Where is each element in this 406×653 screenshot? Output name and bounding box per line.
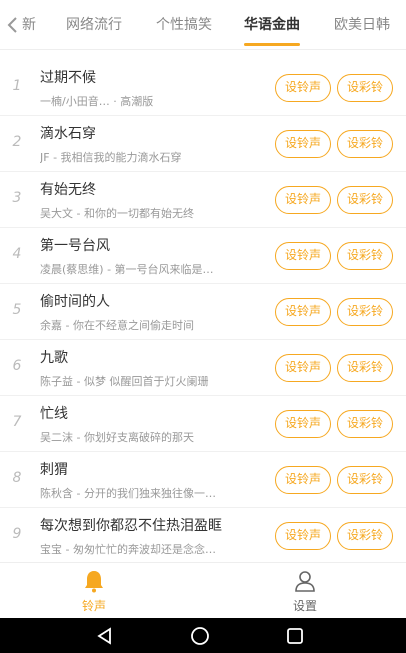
- set-colorring-button[interactable]: 设彩铃: [337, 410, 393, 438]
- song-title: 有始无终: [40, 182, 96, 198]
- song-subtitle: 余嘉 - 你在不经意之间偷走时间: [40, 319, 194, 332]
- song-rank: 7: [12, 414, 22, 430]
- song-rank: 4: [12, 246, 22, 262]
- set-colorring-button[interactable]: 设彩铃: [337, 354, 393, 382]
- system-nav-bar: [0, 618, 406, 653]
- tab-label: 个性搞笑: [156, 17, 212, 33]
- nav-settings-label: 设置: [292, 599, 317, 613]
- set-ringtone-button[interactable]: 设铃声: [275, 74, 331, 102]
- triangle-back-icon[interactable]: [95, 626, 115, 646]
- nav-ringtone[interactable]: 铃声: [54, 563, 134, 619]
- song-subtitle: 陈子益 - 似梦 似醒回首于灯火阑珊: [40, 375, 209, 388]
- song-subtitle: JF - 我相信我的能力滴水石穿: [40, 151, 182, 164]
- song-rank: 3: [12, 190, 22, 206]
- song-rank: 9: [12, 526, 22, 542]
- set-ringtone-button[interactable]: 设铃声: [275, 130, 331, 158]
- song-row[interactable]: 8 刺猬 陈秋含 - 分开的我们独来独往像一… 设铃声 设彩铃: [0, 452, 406, 508]
- song-subtitle: 陈秋含 - 分开的我们独来独往像一…: [40, 487, 216, 500]
- set-ringtone-button[interactable]: 设铃声: [275, 298, 331, 326]
- song-subtitle: 凌晨(蔡思维) - 第一号台风来临是…: [40, 263, 214, 276]
- song-row[interactable]: 3 有始无终 吴大文 - 和你的一切都有始无终 设铃声 设彩铃: [0, 172, 406, 228]
- song-subtitle: 吴大文 - 和你的一切都有始无终: [40, 207, 194, 220]
- nav-settings[interactable]: 设置: [265, 563, 345, 619]
- song-rank: 8: [12, 470, 22, 486]
- user-icon: [295, 571, 315, 592]
- song-row[interactable]: 5 偷时间的人 余嘉 - 你在不经意之间偷走时间 设铃声 设彩铃: [0, 284, 406, 340]
- song-title: 滴水石穿: [40, 126, 96, 142]
- chevron-left-icon: [7, 17, 17, 33]
- song-title: 偷时间的人: [40, 294, 110, 310]
- set-ringtone-button[interactable]: 设铃声: [275, 466, 331, 494]
- circle-home-icon[interactable]: [190, 626, 210, 646]
- song-rank: 5: [12, 302, 22, 318]
- set-colorring-button[interactable]: 设彩铃: [337, 186, 393, 214]
- set-colorring-button[interactable]: 设彩铃: [337, 298, 393, 326]
- song-row[interactable]: 6 九歌 陈子益 - 似梦 似醒回首于灯火阑珊 设铃声 设彩铃: [0, 340, 406, 396]
- tab-chinese-hits[interactable]: 华语金曲: [244, 0, 300, 50]
- song-title: 第一号台风: [40, 238, 110, 254]
- song-subtitle: 一楠/小田音… · 高潮版: [40, 95, 154, 108]
- song-subtitle: 吴二沫 - 你划好支离破碎的那天: [40, 431, 194, 444]
- tab-label: 华语金曲: [244, 17, 300, 33]
- song-title: 过期不候: [40, 70, 96, 86]
- set-colorring-button[interactable]: 设彩铃: [337, 522, 393, 550]
- song-row[interactable]: 7 忙线 吴二沫 - 你划好支离破碎的那天 设铃声 设彩铃: [0, 396, 406, 452]
- tab-label: 网络流行: [66, 17, 122, 33]
- song-title: 每次想到你都忍不住热泪盈眶: [40, 518, 222, 534]
- tab-network-popular[interactable]: 网络流行: [66, 0, 122, 50]
- active-tab-indicator: [244, 43, 300, 46]
- tab-back-label: 新: [22, 17, 36, 33]
- nav-ringtone-label: 铃声: [81, 599, 106, 613]
- tab-bar: 新 网络流行 个性搞笑 华语金曲 欧美日韩: [0, 0, 406, 50]
- song-rank: 2: [12, 134, 22, 150]
- set-ringtone-button[interactable]: 设铃声: [275, 354, 331, 382]
- tab-back[interactable]: 新: [0, 0, 46, 50]
- set-colorring-button[interactable]: 设彩铃: [337, 466, 393, 494]
- song-row[interactable]: 4 第一号台风 凌晨(蔡思维) - 第一号台风来临是… 设铃声 设彩铃: [0, 228, 406, 284]
- set-colorring-button[interactable]: 设彩铃: [337, 242, 393, 270]
- tab-funny[interactable]: 个性搞笑: [156, 0, 212, 50]
- song-title: 刺猬: [40, 462, 68, 478]
- song-subtitle: 宝宝 - 匆匆忙忙的奔波却还是念念…: [40, 543, 216, 556]
- square-recents-icon[interactable]: [285, 626, 305, 646]
- song-row[interactable]: 9 每次想到你都忍不住热泪盈眶 宝宝 - 匆匆忙忙的奔波却还是念念… 设铃声 设…: [0, 508, 406, 564]
- song-rank: 1: [12, 78, 22, 94]
- song-title: 忙线: [40, 406, 68, 422]
- tab-label: 欧美日韩: [334, 17, 390, 33]
- set-ringtone-button[interactable]: 设铃声: [275, 186, 331, 214]
- set-ringtone-button[interactable]: 设铃声: [275, 410, 331, 438]
- set-ringtone-button[interactable]: 设铃声: [275, 242, 331, 270]
- song-title: 九歌: [40, 350, 68, 366]
- song-rank: 6: [12, 358, 22, 374]
- bottom-nav: 铃声 设置: [0, 562, 406, 618]
- set-ringtone-button[interactable]: 设铃声: [275, 522, 331, 550]
- bell-icon: [85, 571, 103, 593]
- song-row[interactable]: 1 过期不候 一楠/小田音… · 高潮版 设铃声 设彩铃: [0, 60, 406, 116]
- set-colorring-button[interactable]: 设彩铃: [337, 130, 393, 158]
- tab-western-jpkr[interactable]: 欧美日韩: [334, 0, 390, 50]
- set-colorring-button[interactable]: 设彩铃: [337, 74, 393, 102]
- song-row[interactable]: 2 滴水石穿 JF - 我相信我的能力滴水石穿 设铃声 设彩铃: [0, 116, 406, 172]
